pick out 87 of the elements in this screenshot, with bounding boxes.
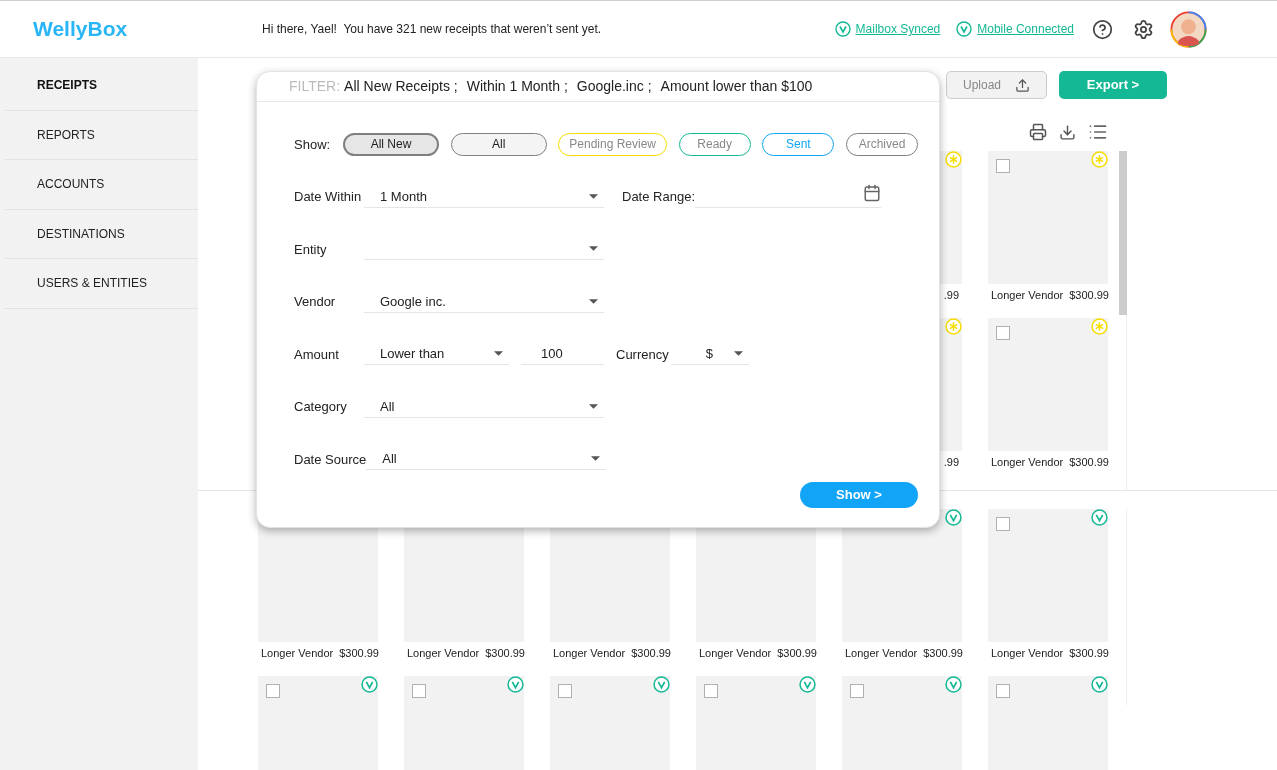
receipt-thumbnail[interactable] [696,676,816,770]
dropdown[interactable]: 1 Month [364,185,604,208]
dropdown[interactable]: Lower than [364,343,509,366]
vendor-name: Longer Vendor [991,287,1064,303]
checkbox[interactable] [412,684,426,698]
checkbox[interactable] [704,684,718,698]
receipt-amount: .99 [943,454,959,470]
field-label: Currency [616,345,669,364]
caret-icon [494,351,503,357]
caret-icon [591,456,601,462]
vendor-name: Longer Vendor [699,645,772,661]
checkbox[interactable] [266,684,280,698]
caret-icon [589,298,598,304]
field-label: Date Within [294,188,363,206]
active-filter: Amount lower than $100 [660,77,813,96]
checkmark-circle-icon [834,21,851,37]
dropdown[interactable]: $ [670,343,749,366]
dropdown[interactable]: Google inc. [364,290,604,313]
sidebar-item[interactable]: RECEIPTS [5,61,198,111]
list-view-icon[interactable] [1088,122,1108,142]
vendor-name: Longer Vendor [845,645,918,661]
receipt-thumbnail[interactable] [842,676,962,770]
status-filter-chip[interactable]: All [450,132,547,156]
receipt-thumbnail[interactable] [988,676,1108,770]
field-label: Date Source [294,450,367,469]
date-range-field[interactable] [695,185,881,208]
sidebar-item[interactable]: DESTINATIONS [5,209,198,259]
receipt-thumbnail[interactable] [988,151,1108,284]
checkbox[interactable] [996,517,1010,531]
receipt-amount: $300.99 [1069,454,1109,470]
receipt-thumbnail[interactable] [988,509,1108,642]
help-icon[interactable] [1092,18,1113,40]
receipt-thumbnail[interactable] [988,318,1108,451]
receipt-thumbnail[interactable] [404,676,524,770]
status-filter-chip[interactable]: Archived [846,132,918,156]
status-filter-chip[interactable]: Pending Review [558,132,668,156]
field-label: Vendor [294,293,337,311]
receipt-thumbnail[interactable] [258,676,378,770]
receipt-amount: $300.99 [923,645,963,661]
vendor-name: Longer Vendor [407,645,480,661]
field-label: Amount [294,345,340,364]
calendar-icon[interactable] [863,184,881,203]
checkmark-circle-icon [956,21,973,37]
active-filter: Google.inc ; [576,77,652,96]
status-filter-chip[interactable]: All New [343,132,439,156]
receipt-amount: .99 [943,287,959,303]
caret-icon [589,193,598,199]
avatar[interactable] [1170,10,1207,48]
settings-icon[interactable] [1133,18,1154,40]
field-label: Entity [294,240,328,259]
receipt-amount: $300.99 [1069,645,1109,661]
field-label: Category [294,398,348,416]
caret-icon [733,351,743,357]
receipt-amount: $300.99 [485,645,525,661]
vendor-name: Longer Vendor [991,454,1064,470]
caret-icon [589,246,598,252]
active-filter: Within 1 Month ; [466,77,568,96]
receipt-amount: $300.99 [339,645,379,661]
upload-icon [1015,77,1030,93]
dropdown[interactable]: All [364,395,604,418]
field-label: Show: [294,135,332,154]
checkbox[interactable] [996,326,1010,340]
checkbox[interactable] [996,684,1010,698]
vendor-name: Longer Vendor [553,645,626,661]
caret-icon [589,403,598,409]
receipt-thumbnail[interactable] [550,676,670,770]
filter-label: FILTER: [289,77,341,96]
checkbox[interactable] [850,684,864,698]
receipt-amount: $300.99 [777,645,817,661]
checkbox[interactable] [558,684,572,698]
amount-field[interactable]: 100 [521,343,604,366]
receipt-amount: $300.99 [1069,287,1109,303]
vendor-name: Longer Vendor [261,645,334,661]
field-label: Date Range: [622,188,695,206]
greeting: Hi there, Yael! You have 321 new receipts that weren’t sent yet. [262,21,602,38]
vendor-name: Longer Vendor [991,645,1064,661]
active-filter: All New Receipts ; [344,77,458,96]
scrollbar-thumb[interactable] [1119,151,1127,315]
dropdown[interactable]: All [366,448,607,471]
sidebar-item[interactable]: REPORTS [5,110,198,160]
sidebar-item[interactable]: ACCOUNTS [5,160,198,210]
sidebar-item[interactable]: USERS & ENTITIES [5,259,198,309]
checkbox[interactable] [996,159,1010,173]
status-filter-chip[interactable]: Ready [678,132,751,156]
download-icon[interactable] [1059,123,1076,141]
print-icon[interactable] [1029,123,1047,141]
receipt-amount: $300.99 [631,645,671,661]
